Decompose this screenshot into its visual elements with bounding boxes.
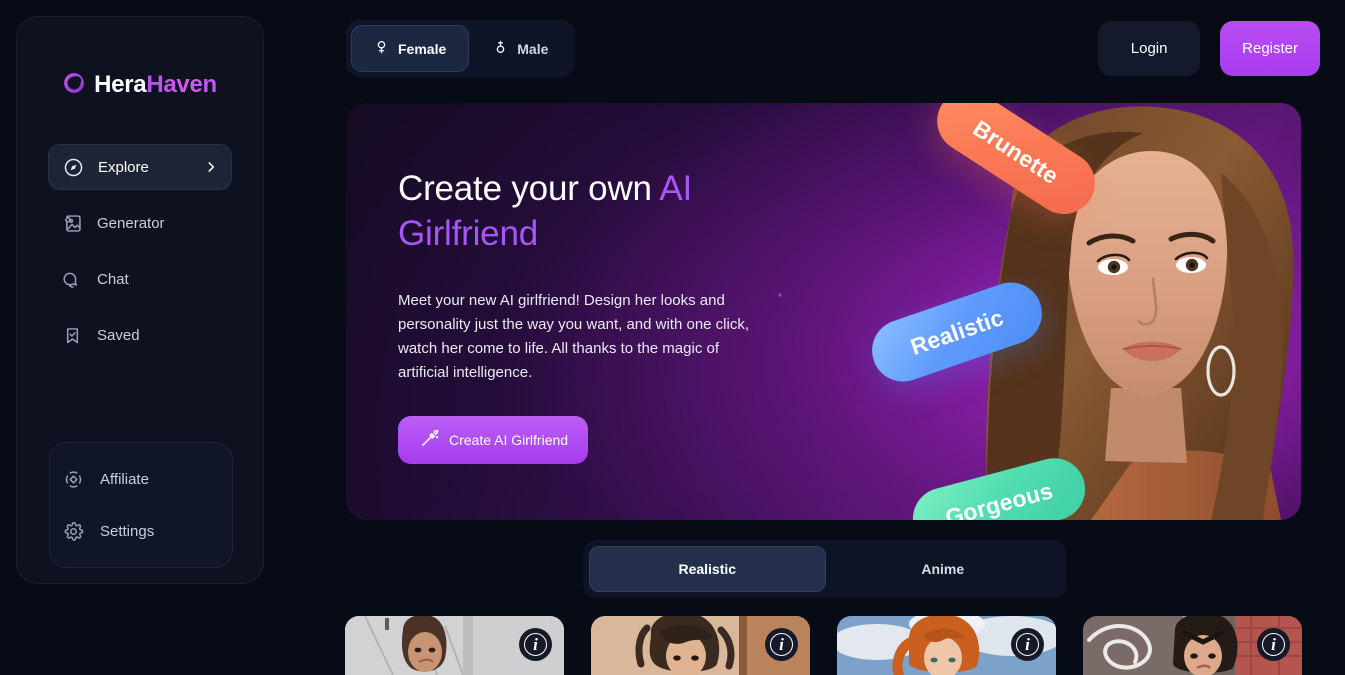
sidebar-item-label: Saved (97, 326, 140, 344)
sidebar-item-chat[interactable]: Chat (48, 256, 232, 302)
character-card[interactable]: i (837, 616, 1056, 675)
tab-realistic[interactable]: Realistic (589, 546, 826, 592)
hero-description: Meet your new AI girlfriend! Design her … (398, 292, 750, 381)
info-icon[interactable]: i (519, 628, 552, 661)
create-ai-girlfriend-button[interactable]: Create AI Girlfriend (398, 416, 588, 464)
sidebar: HeraHaven Explore Generator Chat Saved A… (16, 16, 264, 584)
info-icon[interactable]: i (765, 628, 798, 661)
sidebar-item-label: Explore (98, 158, 149, 176)
style-tabs: Realistic Anime (583, 540, 1066, 598)
compass-icon (62, 156, 84, 178)
brand-word-two: Haven (146, 71, 217, 98)
tab-male[interactable]: Male (471, 25, 570, 72)
sidebar-item-label: Generator (97, 214, 165, 232)
info-icon-ring (524, 633, 547, 656)
brand-logo[interactable]: HeraHaven (63, 71, 217, 99)
app-root: HeraHaven Explore Generator Chat Saved A… (0, 0, 1345, 675)
character-card[interactable]: i (1083, 616, 1302, 675)
info-icon-ring (770, 633, 793, 656)
sidebar-item-saved[interactable]: Saved (48, 312, 232, 358)
female-venus-icon (374, 38, 389, 59)
gender-toggle: Female Male (346, 20, 576, 77)
image-generate-icon (61, 212, 83, 234)
male-mars-icon (493, 38, 508, 59)
character-card-grid: i i i i (345, 616, 1305, 675)
chevron-right-icon (204, 160, 218, 174)
sidebar-item-label: Affiliate (100, 470, 149, 488)
auth-buttons: Login Register (1098, 21, 1320, 76)
login-button[interactable]: Login (1098, 21, 1201, 76)
hero-content: Create your own AI Girlfriend Meet your … (398, 166, 798, 464)
sidebar-item-explore[interactable]: Explore (48, 144, 232, 190)
info-icon[interactable]: i (1257, 628, 1290, 661)
chat-bubble-icon (61, 268, 83, 290)
diamond-target-icon (62, 468, 84, 490)
sidebar-item-generator[interactable]: Generator (48, 200, 232, 246)
brand-word-one: Hera (94, 71, 147, 98)
register-button[interactable]: Register (1220, 21, 1320, 76)
sidebar-item-affiliate[interactable]: Affiliate (50, 457, 232, 501)
tab-anime[interactable]: Anime (826, 546, 1061, 592)
character-card[interactable]: i (591, 616, 810, 675)
info-icon-ring (1016, 633, 1039, 656)
tab-male-label: Male (517, 40, 549, 57)
tab-female[interactable]: Female (351, 25, 470, 72)
sidebar-item-settings[interactable]: Settings (50, 509, 232, 553)
circle-logo-icon (63, 72, 85, 99)
info-icon-ring (1262, 633, 1285, 656)
sidebar-secondary-nav: Affiliate Settings (49, 442, 233, 568)
gear-icon (62, 520, 84, 542)
brand-name: HeraHaven (94, 71, 217, 99)
hero-title-plain: Create your own (398, 169, 660, 208)
sidebar-item-label: Settings (100, 522, 155, 540)
info-icon[interactable]: i (1011, 628, 1044, 661)
character-card[interactable]: i (345, 616, 564, 675)
sidebar-primary-nav: Explore Generator Chat Saved (48, 144, 232, 358)
bookmark-check-icon (61, 324, 83, 346)
create-ai-girlfriend-label: Create AI Girlfriend (449, 432, 569, 448)
magic-wand-icon (419, 428, 440, 452)
sidebar-item-label: Chat (97, 270, 129, 288)
hero-title: Create your own AI Girlfriend (398, 166, 798, 256)
hero-banner: Create your own AI Girlfriend Meet your … (346, 103, 1301, 520)
tab-female-label: Female (398, 40, 447, 57)
